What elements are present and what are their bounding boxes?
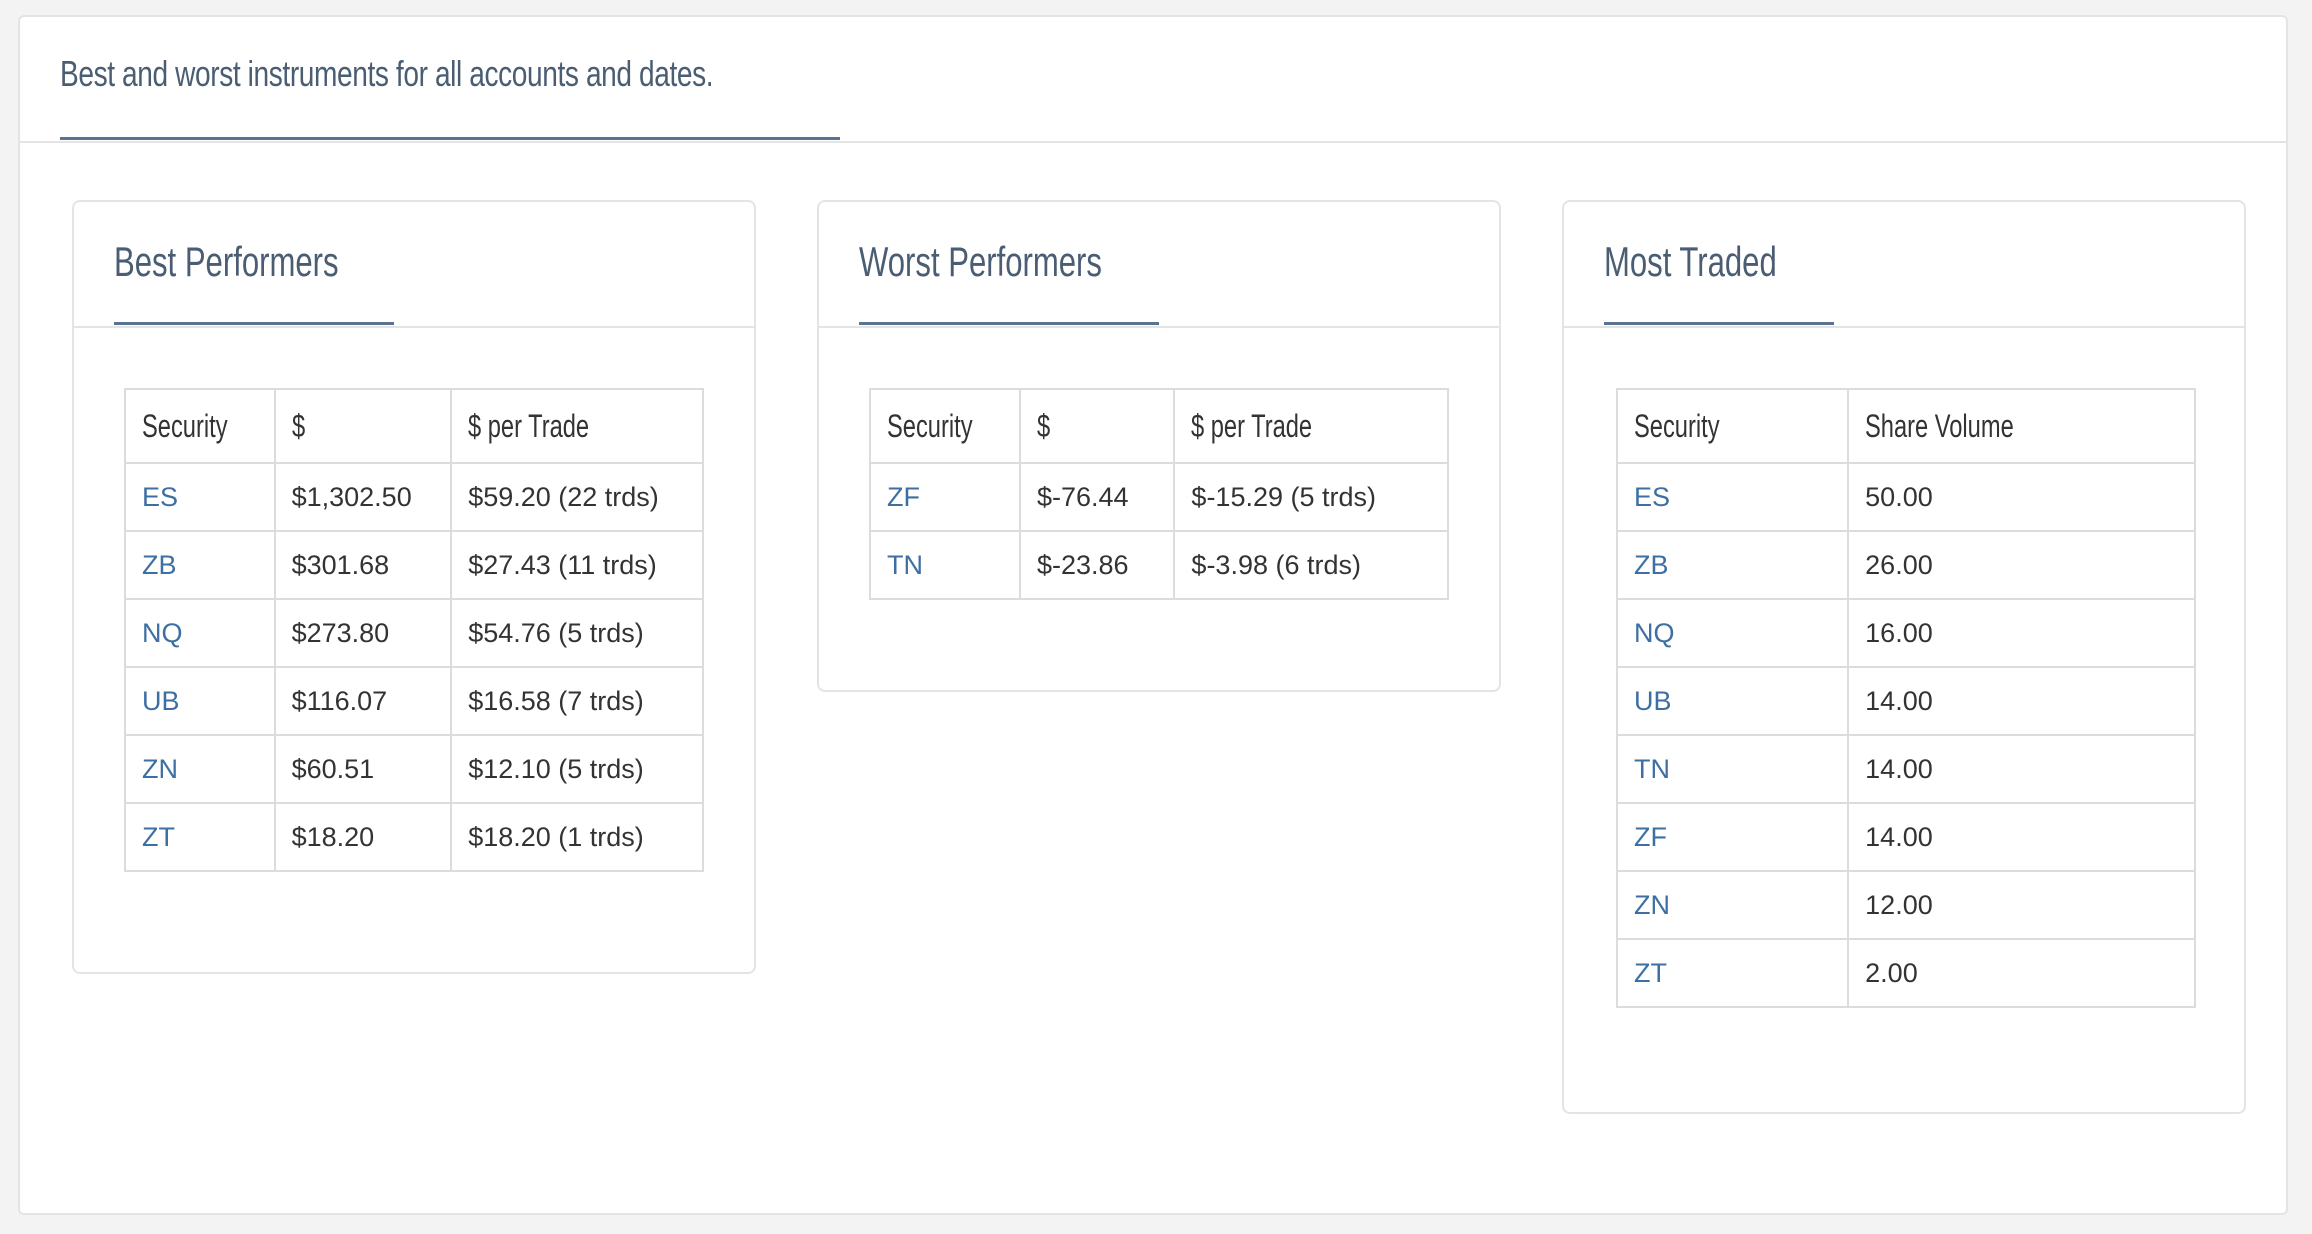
security-link[interactable]: NQ xyxy=(1615,598,1850,668)
security-link[interactable]: NQ xyxy=(124,598,276,668)
security-link[interactable]: ZN xyxy=(124,734,276,804)
table-row: ZF $-76.44 $-15.29 (5 trds) xyxy=(869,462,1449,532)
card-header: Best and worst instruments for all accou… xyxy=(20,17,2286,143)
table-row: NQ $273.80 $54.76 (5 trds) xyxy=(124,598,704,668)
best-performers-underline xyxy=(114,322,394,325)
security-link[interactable]: ZN xyxy=(1615,870,1850,940)
title-underline xyxy=(60,137,840,140)
table-row: TN 14.00 xyxy=(1615,734,2196,804)
table-cell: $18.20 xyxy=(273,802,453,872)
table-row: ZB $301.68 $27.43 (11 trds) xyxy=(124,530,704,600)
table-row: ES 50.00 xyxy=(1615,462,2196,532)
most-traded-title: Most Traded xyxy=(1604,238,1777,285)
table-row: UB 14.00 xyxy=(1615,666,2196,736)
best-performers-table: Security $ $ per Trade ES $1,302.50 $59.20 (… xyxy=(124,388,704,872)
table-cell: $-3.98 (6 trds) xyxy=(1173,530,1449,600)
table-cell: $-23.86 xyxy=(1018,530,1176,600)
table-row: ZN 12.00 xyxy=(1615,870,2196,940)
security-link[interactable]: UB xyxy=(124,666,276,736)
table-cell: 16.00 xyxy=(1847,598,2196,668)
column-header-label: Security xyxy=(887,407,973,444)
column-header: $ per Trade xyxy=(1173,388,1449,464)
best-performers-panel: Best Performers Security $ $ per Trade ES $… xyxy=(72,200,756,974)
column-header-label: $ per Trade xyxy=(468,407,590,444)
column-header: $ per Trade xyxy=(450,388,704,464)
table-row: ZB 26.00 xyxy=(1615,530,2196,600)
table-header-row: Security $ $ per Trade xyxy=(869,388,1449,464)
table-cell: 50.00 xyxy=(1847,462,2196,532)
table-cell: 14.00 xyxy=(1847,734,2196,804)
table-cell: 2.00 xyxy=(1847,938,2196,1008)
column-header: Security xyxy=(1615,388,1850,464)
security-link[interactable]: ZT xyxy=(124,802,276,872)
table-cell: 26.00 xyxy=(1847,530,2196,600)
worst-performers-underline xyxy=(859,322,1159,325)
column-header-label: $ xyxy=(291,407,305,444)
table-cell: $273.80 xyxy=(273,598,453,668)
table-row: UB $116.07 $16.58 (7 trds) xyxy=(124,666,704,736)
table-row: ZT 2.00 xyxy=(1615,938,2196,1008)
best-performers-header: Best Performers xyxy=(74,202,754,328)
most-traded-underline xyxy=(1604,322,1834,325)
security-link[interactable]: TN xyxy=(1615,734,1850,804)
table-cell: $-76.44 xyxy=(1018,462,1176,532)
table-header-row: Security $ $ per Trade xyxy=(124,388,704,464)
security-link[interactable]: ZT xyxy=(1615,938,1850,1008)
most-traded-panel: Most Traded Security Share Volume ES 50.00… xyxy=(1562,200,2246,1114)
worst-performers-title: Worst Performers xyxy=(859,238,1102,285)
table-cell: $301.68 xyxy=(273,530,453,600)
column-header-label: $ per Trade xyxy=(1191,407,1313,444)
table-row: TN $-23.86 $-3.98 (6 trds) xyxy=(869,530,1449,600)
security-link[interactable]: UB xyxy=(1615,666,1850,736)
column-header: $ xyxy=(1018,388,1176,464)
table-cell: $12.10 (5 trds) xyxy=(450,734,704,804)
worst-performers-header: Worst Performers xyxy=(819,202,1499,328)
most-traded-table: Security Share Volume ES 50.00 ZB 26.00 NQ 16.… xyxy=(1615,388,2196,1008)
security-link[interactable]: ZB xyxy=(124,530,276,600)
security-link[interactable]: ZF xyxy=(869,462,1021,532)
column-header-label: Share Volume xyxy=(1865,407,2014,444)
table-cell: $1,302.50 xyxy=(273,462,453,532)
best-performers-title: Best Performers xyxy=(114,238,339,285)
table-cell: 14.00 xyxy=(1847,666,2196,736)
worst-performers-table: Security $ $ per Trade ZF $-76.44 $-15.29 (5… xyxy=(869,388,1449,600)
table-cell: $27.43 (11 trds) xyxy=(450,530,704,600)
table-row: ZT $18.20 $18.20 (1 trds) xyxy=(124,802,704,872)
worst-performers-panel: Worst Performers Security $ $ per Trade ZF… xyxy=(817,200,1501,692)
table-cell: $60.51 xyxy=(273,734,453,804)
column-header: $ xyxy=(273,388,453,464)
security-link[interactable]: ZF xyxy=(1615,802,1850,872)
security-link[interactable]: TN xyxy=(869,530,1021,600)
table-header-row: Security Share Volume xyxy=(1615,388,2196,464)
instruments-card: Best and worst instruments for all accou… xyxy=(18,15,2288,1215)
table-row: ES $1,302.50 $59.20 (22 trds) xyxy=(124,462,704,532)
table-row: NQ 16.00 xyxy=(1615,598,2196,668)
security-link[interactable]: ES xyxy=(124,462,276,532)
table-cell: 14.00 xyxy=(1847,802,2196,872)
column-header-label: $ xyxy=(1036,407,1051,444)
column-header: Security xyxy=(869,388,1021,464)
table-row: ZF 14.00 xyxy=(1615,802,2196,872)
security-link[interactable]: ES xyxy=(1615,462,1850,532)
most-traded-header: Most Traded xyxy=(1564,202,2244,328)
column-header: Security xyxy=(124,388,276,464)
column-header: Share Volume xyxy=(1847,388,2196,464)
table-cell: $116.07 xyxy=(273,666,453,736)
column-header-label: Security xyxy=(142,407,228,444)
column-header-label: Security xyxy=(1634,407,1720,444)
table-cell: $-15.29 (5 trds) xyxy=(1173,462,1449,532)
table-row: ZN $60.51 $12.10 (5 trds) xyxy=(124,734,704,804)
security-link[interactable]: ZB xyxy=(1615,530,1850,600)
table-cell: $59.20 (22 trds) xyxy=(450,462,704,532)
table-cell: $18.20 (1 trds) xyxy=(450,802,704,872)
table-cell: 12.00 xyxy=(1847,870,2196,940)
table-cell: $54.76 (5 trds) xyxy=(450,598,704,668)
table-cell: $16.58 (7 trds) xyxy=(450,666,704,736)
page-title: Best and worst instruments for all accou… xyxy=(60,53,714,94)
